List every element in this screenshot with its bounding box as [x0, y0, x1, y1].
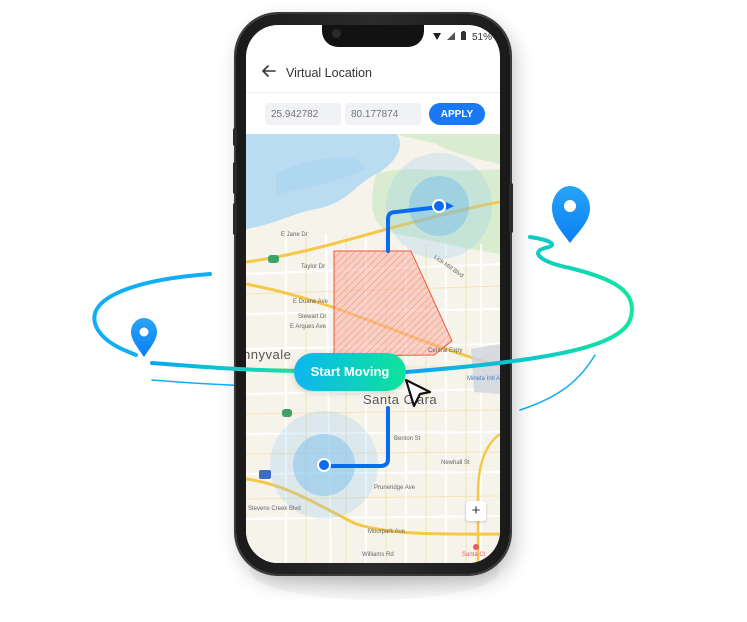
page-title: Virtual Location [286, 65, 372, 80]
phone-side-button [233, 203, 237, 235]
highway-shield-237 [268, 255, 279, 263]
apply-button[interactable]: APPLY [429, 103, 485, 125]
location-pin-icon [131, 318, 157, 357]
longitude-input[interactable] [345, 103, 421, 125]
street-label: Pruneridge Ave [374, 485, 415, 491]
battery-percent: 51% [471, 31, 492, 43]
street-label: E Jane Dr [281, 232, 308, 238]
origin-marker [317, 458, 331, 472]
street-label: Moorpark Ave [368, 529, 405, 535]
latitude-input[interactable] [265, 103, 341, 125]
hospital-poi-icon [473, 544, 479, 550]
street-label: Williams Rd [362, 552, 394, 558]
phone-side-button [233, 128, 237, 146]
poi-label: Santa Cl [462, 552, 486, 558]
stage: 51% Virtual Location APPLY [0, 0, 747, 622]
arrow-left-icon[interactable] [262, 64, 276, 82]
map-view[interactable]: E Jane Dr Taylor Dr E Duane Ave Stewart … [246, 134, 500, 563]
swoosh-left-arc [92, 272, 212, 357]
street-label: Benton St [394, 436, 421, 442]
street-label: E Arques Ave [290, 324, 326, 330]
city-label-sunnyvale: nnyvale [246, 347, 292, 362]
street-label: Stewart Dr [298, 314, 327, 320]
cursor-arrow-icon [404, 378, 432, 408]
street-label: Newhall St [441, 460, 470, 466]
coordinate-bar: APPLY [246, 94, 500, 134]
status-bar: 51% [432, 31, 492, 43]
wifi-icon [432, 32, 441, 43]
app-header: Virtual Location [246, 53, 500, 93]
phone-power-button [509, 183, 513, 233]
airport-area [471, 344, 500, 394]
battery-icon [460, 31, 466, 43]
location-pin-icon [552, 186, 590, 243]
signal-icon [446, 31, 455, 43]
phone-side-button [233, 162, 237, 194]
zoom-in-button[interactable]: + [466, 501, 486, 521]
highway-shield-82 [282, 409, 292, 417]
street-label: Central Expy [428, 348, 463, 354]
street-label: Stevens Creek Blvd [248, 506, 301, 512]
camera [332, 29, 341, 38]
phone-screen: 51% Virtual Location APPLY [246, 25, 500, 563]
street-label: E Duane Ave [293, 299, 328, 305]
destination-marker [432, 199, 446, 213]
street-label: Taylor Dr [301, 264, 326, 270]
notch [322, 25, 424, 47]
street-label: Mineta Intl Airport [467, 376, 500, 382]
swoosh-right-lower [519, 354, 596, 411]
highway-shield-280 [259, 470, 271, 479]
start-moving-button[interactable]: Start Moving [294, 353, 406, 391]
